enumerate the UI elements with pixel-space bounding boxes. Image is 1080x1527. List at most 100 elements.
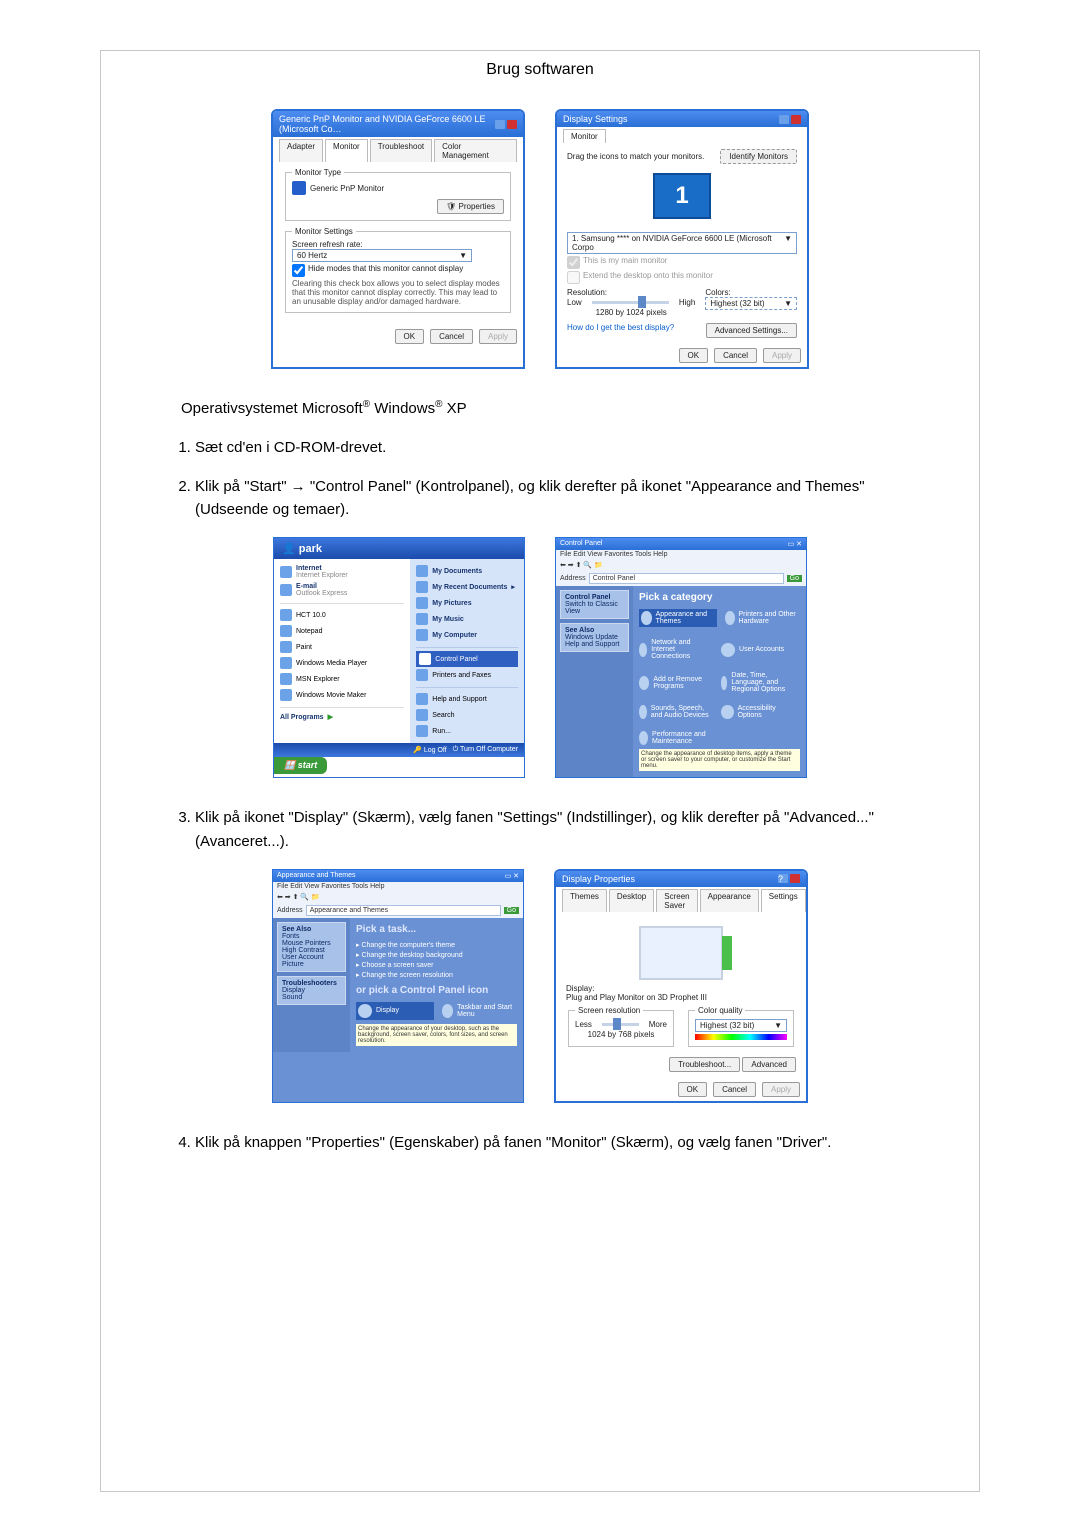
start-wmm[interactable]: Windows Movie Maker xyxy=(280,687,404,703)
task-background[interactable]: ▸ Change the desktop background xyxy=(356,951,517,959)
cancel-button[interactable]: Cancel xyxy=(430,329,473,344)
start-hct[interactable]: HCT 10.0 xyxy=(280,607,404,623)
window-buttons: ▭ ✕ xyxy=(788,540,802,548)
shutdown-button[interactable]: ⏻ Turn Off Computer xyxy=(453,746,518,754)
troubleshoot-button[interactable]: Troubleshoot... xyxy=(669,1057,740,1072)
start-run[interactable]: Run... xyxy=(416,723,518,739)
ts-display-link[interactable]: Display xyxy=(282,987,305,994)
start-pics[interactable]: My Pictures xyxy=(416,595,518,611)
apply-button[interactable]: Apply xyxy=(762,1082,800,1097)
start-help[interactable]: Help and Support xyxy=(416,691,518,707)
display-selector[interactable]: 1. Samsung **** on NVIDIA GeForce 6600 L… xyxy=(567,232,797,254)
color-quality-select[interactable]: Highest (32 bit)▼ xyxy=(695,1019,787,1032)
screenshot-appearance-themes: Appearance and Themes▭ ✕ File Edit View … xyxy=(272,869,524,1103)
tab-monitor[interactable]: Monitor xyxy=(563,129,606,143)
cat-add-remove[interactable]: Add or Remove Programs xyxy=(639,672,713,693)
ua-picture-link[interactable]: User Account Picture xyxy=(282,954,324,968)
address-bar[interactable]: Control Panel xyxy=(589,573,784,584)
tab-appearance[interactable]: Appearance xyxy=(700,889,759,912)
cat-performance[interactable]: Performance and Maintenance xyxy=(639,731,713,745)
tab-adapter[interactable]: Adapter xyxy=(279,139,323,162)
cp-menu[interactable]: File Edit View Favorites Tools Help xyxy=(556,550,806,559)
identify-monitors-button[interactable]: Identify Monitors xyxy=(720,149,797,164)
monitor-preview[interactable]: 1 xyxy=(567,168,797,224)
start-internet[interactable]: InternetInternet Explorer xyxy=(280,563,404,581)
start-recent[interactable]: My Recent Documents ▸ xyxy=(416,579,518,595)
side-control-panel: Control PanelSwitch to Classic View xyxy=(560,590,629,619)
start-music[interactable]: My Music xyxy=(416,611,518,627)
colors-label: Colors: xyxy=(705,288,797,297)
ts-sound-link[interactable]: Sound xyxy=(282,994,302,1001)
resolution-slider[interactable] xyxy=(592,301,669,304)
monitor-settings-legend: Monitor Settings xyxy=(292,227,356,236)
cat-user-accounts[interactable]: User Accounts xyxy=(721,639,795,660)
start-button[interactable]: 🪟 start xyxy=(274,757,327,774)
task-resolution[interactable]: ▸ Change the screen resolution xyxy=(356,971,517,979)
start-control-panel[interactable]: Control Panel xyxy=(416,651,518,667)
windows-update-link[interactable]: Windows Update xyxy=(565,634,618,641)
apply-button[interactable]: Apply xyxy=(479,329,517,344)
start-notepad[interactable]: Notepad xyxy=(280,623,404,639)
start-printers[interactable]: Printers and Faxes xyxy=(416,667,518,683)
cat-accessibility[interactable]: Accessibility Options xyxy=(721,705,795,719)
go-button[interactable]: Go xyxy=(787,575,802,582)
cat-region[interactable]: Date, Time, Language, and Regional Optio… xyxy=(721,672,795,693)
cat-sounds[interactable]: Sounds, Speech, and Audio Devices xyxy=(639,705,713,719)
ok-button[interactable]: OK xyxy=(679,348,709,363)
screenshot-monitor-properties: Generic PnP Monitor and NVIDIA GeForce 6… xyxy=(271,109,525,369)
step-2: Klik på "Start" → "Control Panel" (Kontr… xyxy=(195,475,909,522)
tab-screensaver[interactable]: Screen Saver xyxy=(656,889,697,912)
advanced-button[interactable]: Advanced xyxy=(742,1057,796,1072)
start-my-docs[interactable]: My Documents xyxy=(416,563,518,579)
tab-monitor[interactable]: Monitor xyxy=(325,139,368,162)
go-button[interactable]: Go xyxy=(504,907,519,914)
tab-color-management[interactable]: Color Management xyxy=(434,139,517,162)
hide-modes-checkbox[interactable] xyxy=(292,264,305,277)
start-computer[interactable]: My Computer xyxy=(416,627,518,643)
start-search[interactable]: Search xyxy=(416,707,518,723)
mouse-link[interactable]: Mouse Pointers xyxy=(282,940,331,947)
cat-appearance[interactable]: Appearance and Themes xyxy=(639,609,717,627)
properties-button[interactable]: 🛡 Properties xyxy=(437,199,504,214)
start-msn[interactable]: MSN Explorer xyxy=(280,671,404,687)
best-display-link[interactable]: How do I get the best display? xyxy=(567,323,674,338)
icon-taskbar[interactable]: Taskbar and Start Menu xyxy=(442,1002,516,1020)
ok-button[interactable]: OK xyxy=(678,1082,708,1097)
advanced-settings-button[interactable]: Advanced Settings... xyxy=(706,323,797,338)
at-menu[interactable]: File Edit View Favorites Tools Help xyxy=(273,882,523,891)
cat-printers-hardware[interactable]: Printers and Other Hardware xyxy=(725,609,799,627)
tab-desktop[interactable]: Desktop xyxy=(609,889,654,912)
task-screensaver[interactable]: ▸ Choose a screen saver xyxy=(356,961,517,969)
hide-modes-note: Clearing this check box allows you to se… xyxy=(292,279,504,306)
cancel-button[interactable]: Cancel xyxy=(713,1082,756,1097)
resolution-slider[interactable] xyxy=(602,1023,639,1026)
tab-themes[interactable]: Themes xyxy=(562,889,607,912)
color-bar xyxy=(695,1034,787,1040)
cancel-button[interactable]: Cancel xyxy=(714,348,757,363)
help-support-link[interactable]: Help and Support xyxy=(565,641,619,648)
log-off-button[interactable]: 🔑 Log Off xyxy=(413,746,447,754)
colors-select[interactable]: Highest (32 bit)▼ xyxy=(705,297,797,310)
start-email[interactable]: E-mailOutlook Express xyxy=(280,581,404,599)
fonts-link[interactable]: Fonts xyxy=(282,933,300,940)
tab-troubleshoot[interactable]: Troubleshoot xyxy=(370,139,432,162)
display-label: Display: xyxy=(566,984,796,993)
monitor-1-icon[interactable]: 1 xyxy=(653,173,711,219)
task-theme[interactable]: ▸ Change the computer's theme xyxy=(356,941,517,949)
high-contrast-link[interactable]: High Contrast xyxy=(282,947,325,954)
address-bar[interactable]: Appearance and Themes xyxy=(306,905,501,916)
ds-title: Display Settings xyxy=(563,114,628,124)
icon-display[interactable]: Display xyxy=(356,1002,434,1020)
cat-network[interactable]: Network and Internet Connections xyxy=(639,639,713,660)
monitor-type-legend: Monitor Type xyxy=(292,168,344,177)
apply-button[interactable]: Apply xyxy=(763,348,801,363)
screenshot-display-properties: Display Properties ? Themes Desktop Scre… xyxy=(554,869,808,1103)
ok-button[interactable]: OK xyxy=(395,329,425,344)
start-paint[interactable]: Paint xyxy=(280,639,404,655)
refresh-rate-select[interactable]: 60 Hertz▼ xyxy=(292,249,472,262)
start-all-programs[interactable]: All Programs ▶ xyxy=(280,711,404,723)
window-buttons xyxy=(495,120,517,129)
start-wmp[interactable]: Windows Media Player xyxy=(280,655,404,671)
switch-classic-link[interactable]: Switch to Classic View xyxy=(565,601,618,615)
tab-settings[interactable]: Settings xyxy=(761,889,806,912)
